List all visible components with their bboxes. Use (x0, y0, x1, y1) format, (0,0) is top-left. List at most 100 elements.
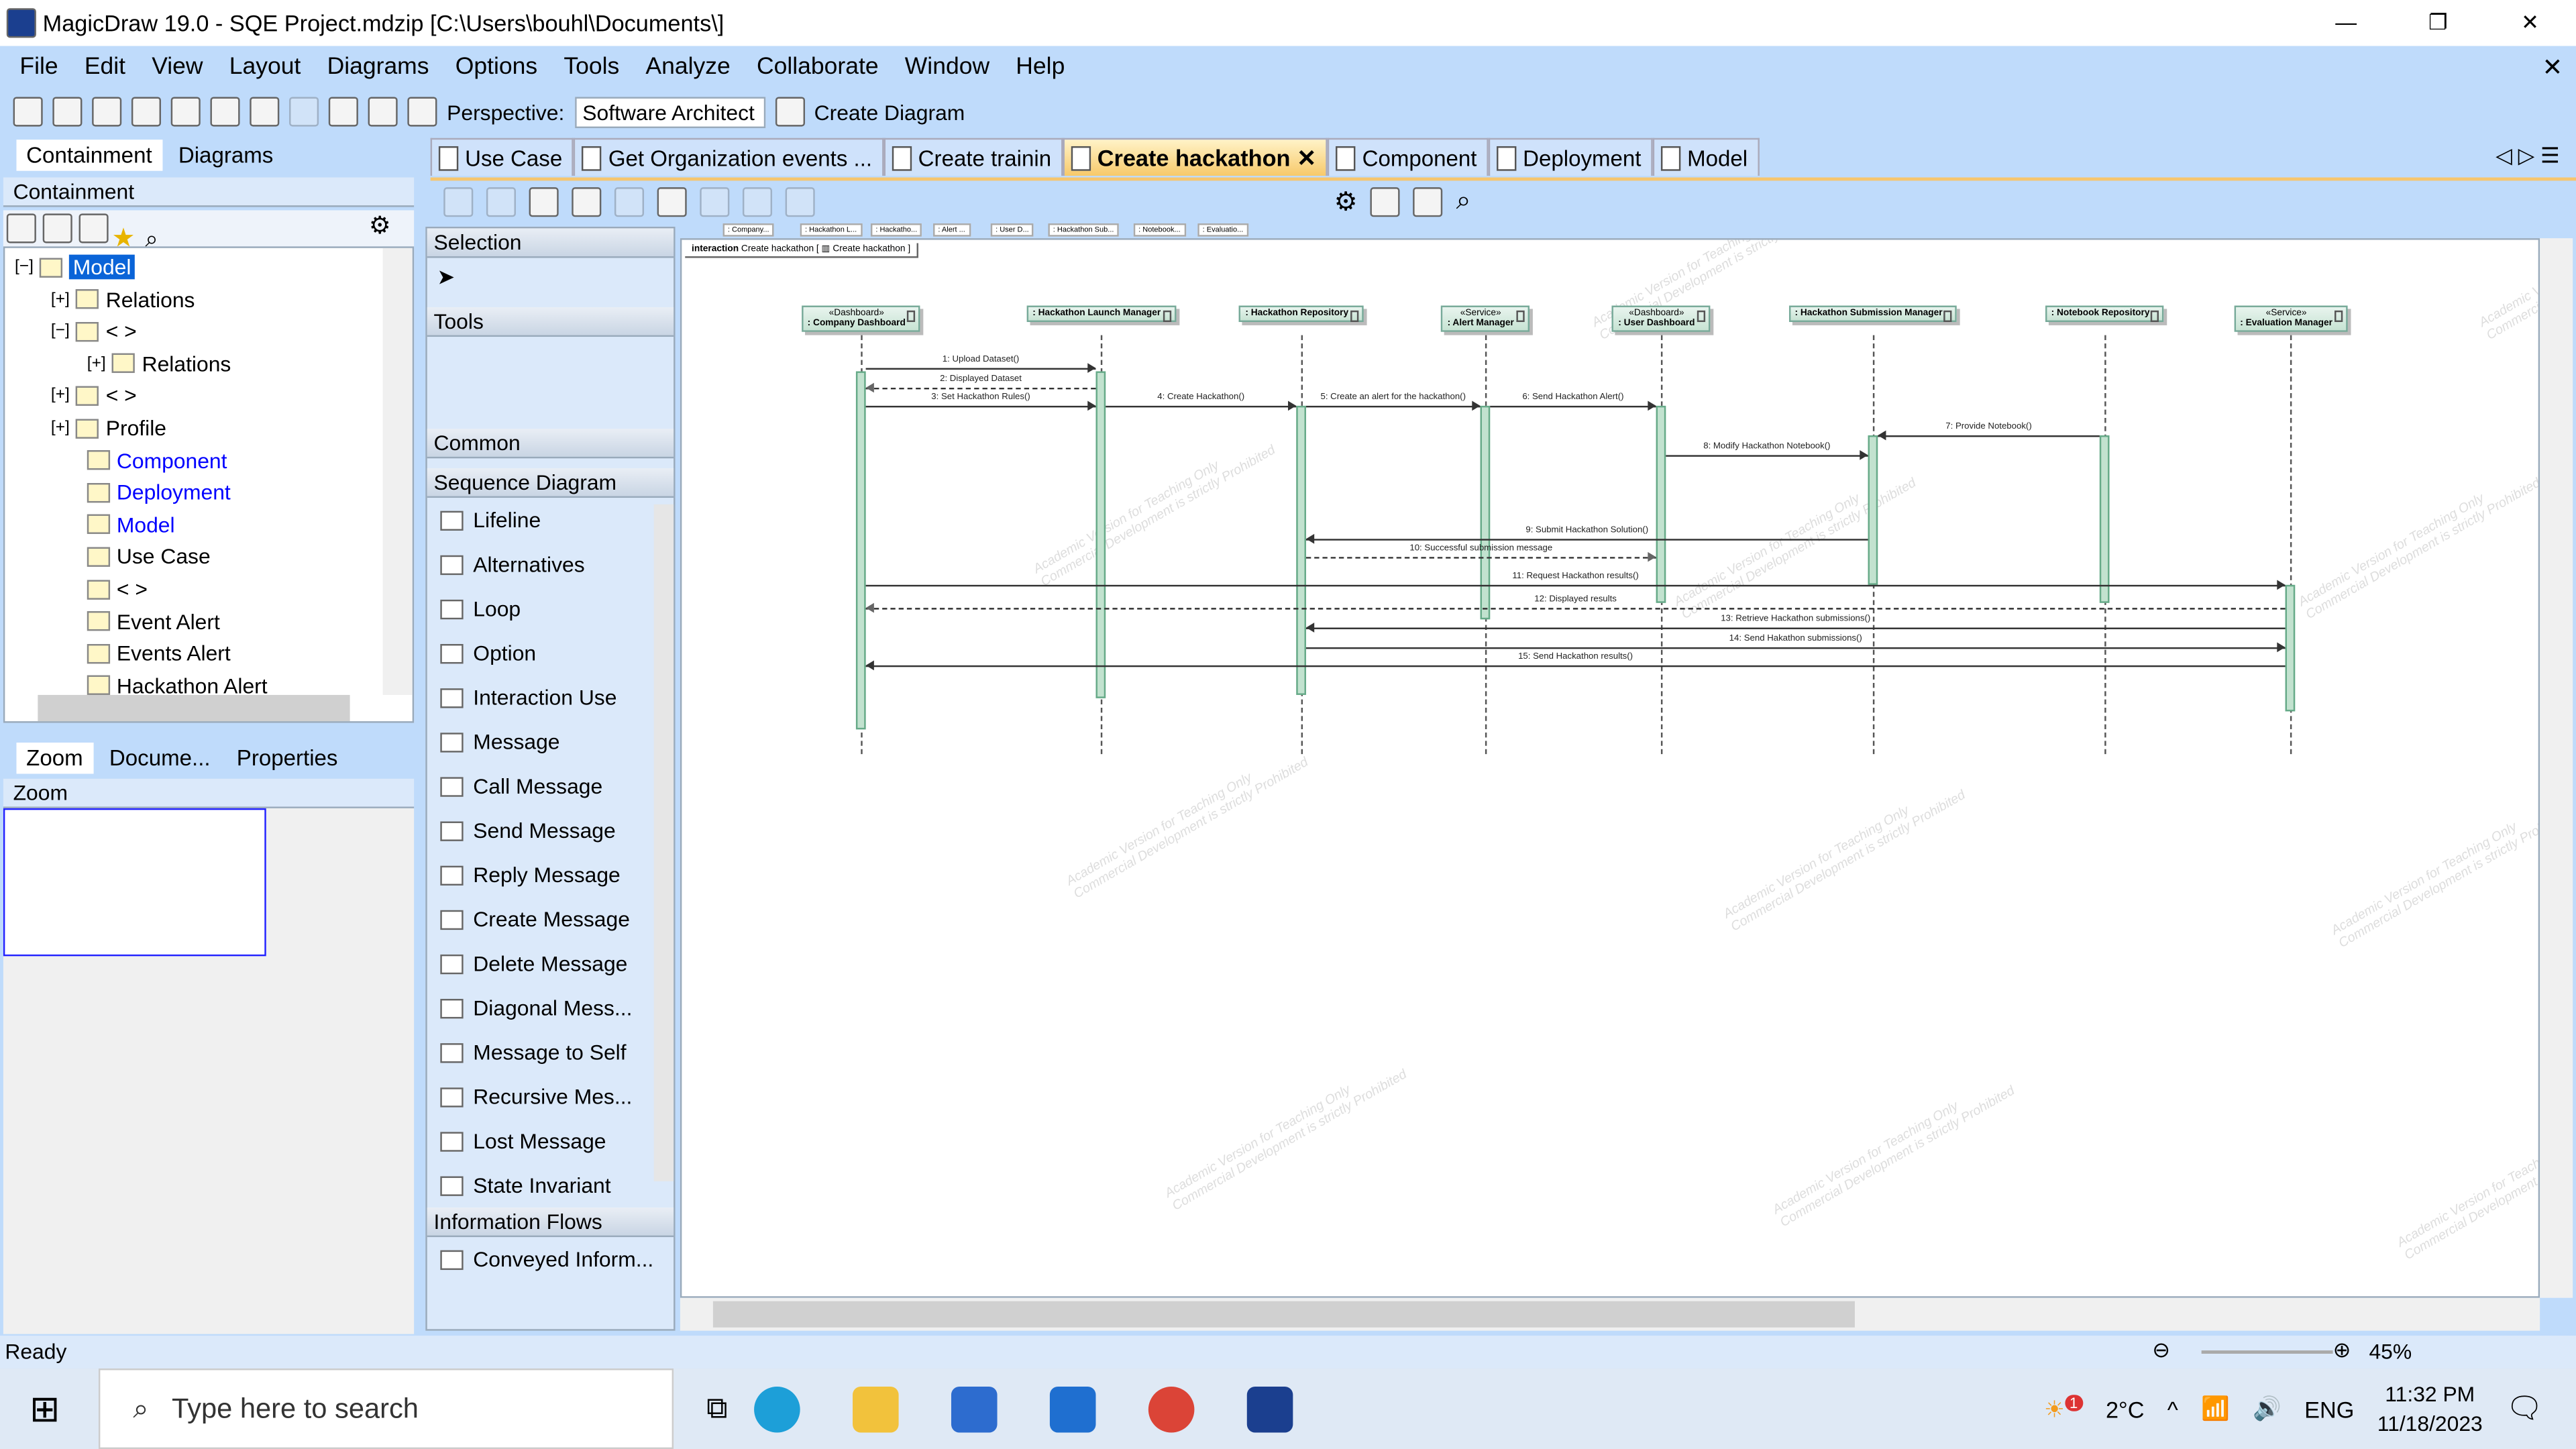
message-label[interactable]: 8: Modify Hackathon Notebook() (1703, 442, 1830, 452)
menu-window[interactable]: Window (892, 54, 1002, 80)
palette-item-loop[interactable]: Loop (427, 586, 674, 631)
palette-item-message[interactable]: Message (427, 720, 674, 764)
display-icon[interactable] (1371, 187, 1401, 217)
lifeline-hackathon-repository[interactable]: : Hackathon Repository (1238, 305, 1364, 323)
palette-item-recursive-mes[interactable]: Recursive Mes... (427, 1075, 674, 1119)
network-icon[interactable]: 📶 (2201, 1395, 2230, 1423)
message-line[interactable] (1878, 435, 2100, 437)
message-label[interactable]: 6: Send Hackathon Alert() (1522, 392, 1623, 402)
palette-item-lost-message[interactable]: Lost Message (427, 1119, 674, 1163)
mail-icon[interactable] (1049, 1385, 1096, 1432)
tree-expander-icon[interactable]: [−] (15, 258, 34, 276)
palette-item-delete-message[interactable]: Delete Message (427, 941, 674, 985)
tree-item[interactable]: Deployment (51, 477, 231, 508)
paste-icon[interactable] (657, 187, 687, 217)
tab-next-icon[interactable]: ▷ (2518, 143, 2534, 168)
menu-options[interactable]: Options (442, 54, 551, 80)
tab-properties[interactable]: Properties (227, 743, 347, 774)
lifeline-mini-header[interactable]: : Notebook... (1133, 223, 1185, 237)
open-icon[interactable] (52, 97, 83, 127)
tree-item[interactable]: [+] Relations (51, 284, 195, 315)
lifeline-company-dashboard[interactable]: «Dashboard»: Company Dashboard (800, 305, 920, 332)
pointer-icon[interactable]: ➤ (437, 264, 455, 289)
tab-create-hackathon[interactable]: Create hackathon ✕ (1063, 138, 1328, 176)
message-label[interactable]: 1: Upload Dataset() (943, 355, 1019, 365)
zoom-viewport[interactable] (3, 808, 266, 957)
message-label[interactable]: 15: Send Hackathon results() (1518, 652, 1633, 662)
spell-check-icon[interactable] (328, 97, 358, 127)
message-label[interactable]: 14: Send Hakathon submissions() (1729, 634, 1862, 644)
save-icon[interactable] (92, 97, 122, 127)
palette-item-create-message[interactable]: Create Message (427, 897, 674, 941)
lifeline-alert-manager[interactable]: «Service»: Alert Manager (1440, 305, 1529, 332)
zoom-out-icon[interactable]: ⊖ (2152, 1337, 2170, 1363)
message-line[interactable] (1305, 647, 2286, 649)
message-line[interactable] (865, 608, 2286, 610)
file-explorer-icon[interactable] (852, 1385, 899, 1432)
tree-expander-icon[interactable]: [+] (51, 386, 70, 405)
delete-icon[interactable] (700, 187, 730, 217)
lifeline-mini-header[interactable]: : Alert ... (933, 223, 971, 237)
tab-create-trainin[interactable]: Create trainin (883, 138, 1063, 176)
interaction-frame-label[interactable]: interaction Create hackathon [ ▥ Create … (685, 243, 919, 258)
chrome-icon[interactable] (1148, 1385, 1195, 1432)
message-line[interactable] (1106, 405, 1297, 408)
lifeline-user-dashboard[interactable]: «Dashboard»: User Dashboard (1611, 305, 1710, 332)
diagram-canvas[interactable]: interaction Create hackathon [ ▥ Create … (680, 238, 2540, 1298)
copy-icon[interactable] (614, 187, 645, 217)
validate-icon[interactable] (368, 97, 398, 127)
palette-scrollbar[interactable] (653, 504, 674, 1181)
palette-item-lifeline[interactable]: Lifeline (427, 498, 674, 542)
lifeline-mini-header[interactable]: : Hackathon L... (800, 223, 862, 237)
magicdraw-taskbar-icon[interactable] (1246, 1385, 1293, 1432)
tab-get-organization-events[interactable]: Get Organization events ... (574, 138, 884, 176)
canvas-horizontal-scrollbar[interactable] (680, 1297, 2540, 1331)
tree-item[interactable]: < > (51, 574, 148, 605)
common-header[interactable]: Common (427, 429, 674, 459)
tab-use-case[interactable]: Use Case (430, 138, 574, 176)
new-file-icon[interactable] (13, 97, 43, 127)
find-icon[interactable] (210, 97, 240, 127)
palette-item-state-invariant[interactable]: State Invariant (427, 1163, 674, 1208)
message-line[interactable] (865, 387, 1096, 390)
restore-button[interactable]: ❐ (2392, 0, 2484, 46)
gear-icon[interactable]: ⚙ (369, 210, 391, 240)
activation-bar[interactable] (855, 371, 866, 730)
menu-edit[interactable]: Edit (71, 54, 138, 80)
activation-bar[interactable] (1868, 435, 1878, 585)
activation-bar[interactable] (2099, 435, 2110, 603)
tree-item[interactable]: [−] < > (51, 316, 137, 347)
activation-bar[interactable] (1480, 405, 1491, 620)
message-line[interactable] (1305, 539, 1868, 541)
expand-icon[interactable] (42, 213, 72, 244)
tree-item[interactable]: Use Case (51, 541, 211, 573)
volume-icon[interactable]: 🔊 (2253, 1395, 2282, 1423)
windows-start-icon[interactable]: ⊞ (30, 1388, 60, 1431)
canvas-vertical-scrollbar[interactable] (2540, 238, 2573, 1298)
menu-view[interactable]: View (139, 54, 217, 80)
lifeline-mini-header[interactable]: : Hackathon Sub... (1048, 223, 1119, 237)
lifeline-hackathon-launch-manager[interactable]: : Hackathon Launch Manager (1026, 305, 1176, 323)
store-icon[interactable] (951, 1385, 998, 1432)
hierarchy-icon[interactable] (785, 187, 815, 217)
palette-item-reply-message[interactable]: Reply Message (427, 853, 674, 897)
containment-tree-icon[interactable] (529, 187, 559, 217)
message-label[interactable]: 13: Retrieve Hackathon submissions() (1721, 614, 1870, 625)
create-diagram-button[interactable]: Create Diagram (814, 99, 965, 124)
activation-bar[interactable] (1656, 405, 1666, 603)
tab-component[interactable]: Component (1328, 138, 1489, 176)
tree-expander-icon[interactable]: [+] (87, 354, 106, 372)
tab-list-icon[interactable]: ☰ (2540, 143, 2560, 168)
undo-icon[interactable] (250, 97, 280, 127)
zoom-level[interactable]: 45% (2369, 1339, 2412, 1364)
palette-item-conveyed-information[interactable]: Conveyed Inform... (427, 1237, 674, 1281)
tab-zoom[interactable]: Zoom (16, 742, 93, 774)
menu-tools[interactable]: Tools (551, 54, 633, 80)
tab-model[interactable]: Model (1652, 138, 1760, 176)
zoom-search-icon[interactable]: ⌕ (1456, 187, 1471, 217)
close-window-button[interactable]: ✕ (2484, 0, 2576, 46)
tree-item[interactable]: [+] Relations (87, 348, 231, 380)
message-line[interactable] (1305, 405, 1481, 408)
zoom-in-icon[interactable]: ⊕ (2333, 1337, 2351, 1363)
language-indicator[interactable]: ENG (2304, 1395, 2354, 1421)
